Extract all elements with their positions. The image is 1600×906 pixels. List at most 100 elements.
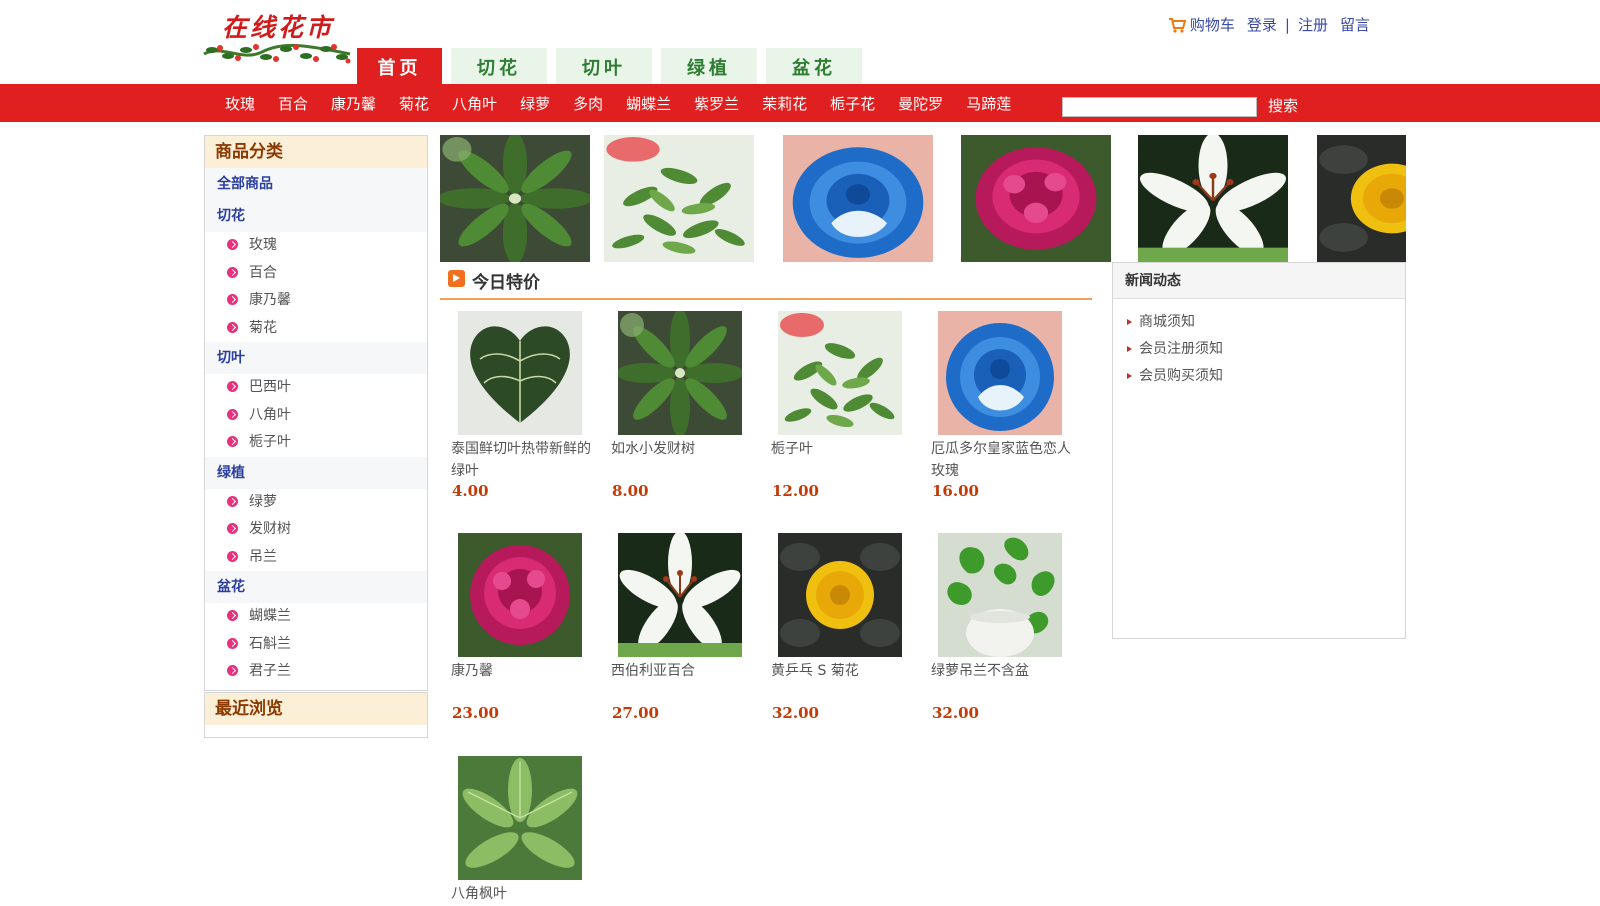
search-input[interactable] [1062, 97, 1257, 117]
sidebar-item-label: 玫瑰 [249, 237, 277, 253]
sidebar-group-green-plants[interactable]: 绿植 [205, 456, 427, 489]
nav-item-orchid[interactable]: 蝴蝶兰 [626, 93, 671, 114]
search-button[interactable]: 搜索 [1268, 95, 1298, 116]
recent-views-title: 最近浏览 [205, 693, 427, 725]
sidebar-title: 商品分类 [205, 136, 427, 168]
product-card[interactable]: 栀子叶 12.00 [771, 311, 917, 501]
cart-link[interactable]: 购物车 [1168, 14, 1235, 35]
nav-item-gardenia[interactable]: 栀子花 [830, 93, 875, 114]
product-name[interactable]: 康乃馨 [451, 660, 597, 682]
product-name[interactable]: 厄瓜多尔皇家蓝色恋人玫瑰 [931, 438, 1077, 482]
product-image-heart-leaf[interactable] [458, 311, 582, 435]
product-card[interactable]: 西伯利亚百合 27.00 [611, 533, 757, 723]
banner-image-blue-rose[interactable] [783, 135, 933, 262]
news-item-purchase-notice[interactable]: 会员购买须知 [1113, 363, 1405, 390]
product-card[interactable]: 黄乒乓 S 菊花 32.00 [771, 533, 917, 723]
product-card[interactable]: 绿萝吊兰不含盆 32.00 [931, 533, 1077, 723]
tab-cut-leaves[interactable]: 切叶 [556, 48, 652, 84]
nav-item-pothos[interactable]: 绿萝 [520, 93, 550, 114]
product-image-pothos[interactable] [938, 533, 1062, 657]
product-name[interactable]: 八角枫叶 [451, 883, 597, 905]
sidebar-item-clivia[interactable]: 君子兰 [205, 658, 427, 686]
sidebar-item-label: 八角叶 [249, 406, 291, 423]
login-link[interactable]: 登录 [1247, 14, 1277, 35]
product-image-pink-peony[interactable] [458, 533, 582, 657]
register-link[interactable]: 注册 [1298, 14, 1328, 35]
product-price: 32.00 [932, 704, 979, 722]
product-image-money-tree[interactable] [618, 311, 742, 435]
main-tabs: 首页 切花 切叶 绿植 盆花 [357, 48, 871, 84]
product-image-gardenia-leaf[interactable] [778, 311, 902, 435]
product-card[interactable]: 如水小发财树 8.00 [611, 311, 757, 501]
sidebar-item-pothos[interactable]: 绿萝 [205, 489, 427, 517]
sidebar-item-rose[interactable]: 玫瑰 [205, 232, 427, 260]
sidebar-item-spider-plant[interactable]: 吊兰 [205, 544, 427, 572]
nav-item-jasmine[interactable]: 茉莉花 [762, 93, 807, 114]
nav-item-chrysanthemum[interactable]: 菊花 [399, 93, 429, 114]
tab-home[interactable]: 首页 [357, 48, 442, 84]
sidebar-item-label: 绿萝 [249, 493, 277, 510]
product-image-fatsia-leaf[interactable] [458, 756, 582, 880]
sidebar-item-label: 发财树 [249, 521, 291, 537]
sidebar-item-label: 君子兰 [249, 663, 291, 679]
header: 在线花市 购物车 登录 | 注册 留言 首页 切花 切叶 绿植 盆花 [0, 0, 1600, 84]
nav-item-datura[interactable]: 曼陀罗 [898, 93, 943, 114]
sidebar-group-potted-flowers[interactable]: 盆花 [205, 571, 427, 603]
product-image-white-lily[interactable] [618, 533, 742, 657]
product-price: 27.00 [612, 704, 659, 722]
product-price: 23.00 [452, 704, 499, 722]
nav-item-lily[interactable]: 百合 [278, 93, 308, 114]
bullet-icon [227, 495, 238, 507]
category-sidebar: 商品分类 全部商品 切花 玫瑰 百合 康乃馨 菊花 切叶 巴西叶 八角叶 栀子叶… [204, 135, 428, 691]
product-name[interactable]: 栀子叶 [771, 438, 917, 460]
nav-item-fatsia[interactable]: 八角叶 [452, 93, 497, 114]
news-item-store-notice[interactable]: 商城须知 [1113, 309, 1405, 336]
sidebar-item-dendrobium[interactable]: 石斛兰 [205, 631, 427, 659]
message-link[interactable]: 留言 [1340, 14, 1370, 35]
sidebar-item-phalaenopsis[interactable]: 蝴蝶兰 [205, 603, 427, 631]
nav-item-carnation[interactable]: 康乃馨 [331, 93, 376, 114]
cart-label: 购物车 [1189, 16, 1235, 34]
sidebar-item-carnation[interactable]: 康乃馨 [205, 287, 427, 315]
nav-item-calla[interactable]: 马蹄莲 [966, 93, 1011, 114]
sidebar-item-chrysanthemum[interactable]: 菊花 [205, 315, 427, 343]
product-name[interactable]: 绿萝吊兰不含盆 [931, 660, 1077, 682]
product-name[interactable]: 西伯利亚百合 [611, 660, 757, 682]
sidebar-group-cut-flowers[interactable]: 切花 [205, 200, 427, 232]
logo-text: 在线花市 [222, 13, 335, 42]
sidebar-item-money-tree[interactable]: 发财树 [205, 516, 427, 544]
product-image-blue-rose[interactable] [938, 311, 1062, 435]
sidebar-group-cut-leaves[interactable]: 切叶 [205, 342, 427, 374]
banner-image-pink-peony[interactable] [961, 135, 1111, 262]
product-image-yellow-chrysanthemum[interactable] [778, 533, 902, 657]
product-name[interactable]: 黄乒乓 S 菊花 [771, 660, 917, 682]
product-price: 4.00 [452, 482, 489, 500]
banner-image-yellow-chrysanthemum[interactable] [1317, 135, 1406, 262]
sidebar-item-label: 菊花 [249, 319, 277, 336]
sidebar-item-label: 石斛兰 [249, 635, 291, 652]
product-card[interactable]: 厄瓜多尔皇家蓝色恋人玫瑰 16.00 [931, 311, 1077, 501]
banner-image-gardenia-leaf[interactable] [604, 135, 754, 262]
sidebar-item-lily[interactable]: 百合 [205, 260, 427, 288]
banner-image-money-tree[interactable] [440, 135, 590, 262]
product-card[interactable]: 八角枫叶 [451, 756, 597, 906]
news-item-register-notice[interactable]: 会员注册须知 [1113, 336, 1405, 363]
nav-item-rose[interactable]: 玫瑰 [225, 93, 255, 114]
sidebar-item-all-products[interactable]: 全部商品 [205, 168, 427, 200]
tab-green-plants[interactable]: 绿植 [661, 48, 757, 84]
nav-item-succulent[interactable]: 多肉 [573, 93, 603, 114]
sidebar-item-brazil-leaf[interactable]: 巴西叶 [205, 374, 427, 402]
product-card[interactable]: 泰国鲜切叶热带新鲜的绿叶 4.00 [451, 311, 597, 501]
product-price: 12.00 [772, 482, 819, 500]
product-name[interactable]: 如水小发财树 [611, 438, 757, 460]
tab-cut-flowers[interactable]: 切花 [451, 48, 547, 84]
product-name[interactable]: 泰国鲜切叶热带新鲜的绿叶 [451, 438, 597, 482]
tab-potted-flowers[interactable]: 盆花 [766, 48, 862, 84]
arrow-right-icon [448, 270, 465, 287]
product-price: 8.00 [612, 482, 649, 500]
sidebar-item-fatsia[interactable]: 八角叶 [205, 402, 427, 430]
sidebar-item-gardenia-leaf[interactable]: 栀子叶 [205, 429, 427, 457]
product-card[interactable]: 康乃馨 23.00 [451, 533, 597, 723]
banner-image-white-lily[interactable] [1138, 135, 1288, 262]
nav-item-violet[interactable]: 紫罗兰 [694, 93, 739, 114]
